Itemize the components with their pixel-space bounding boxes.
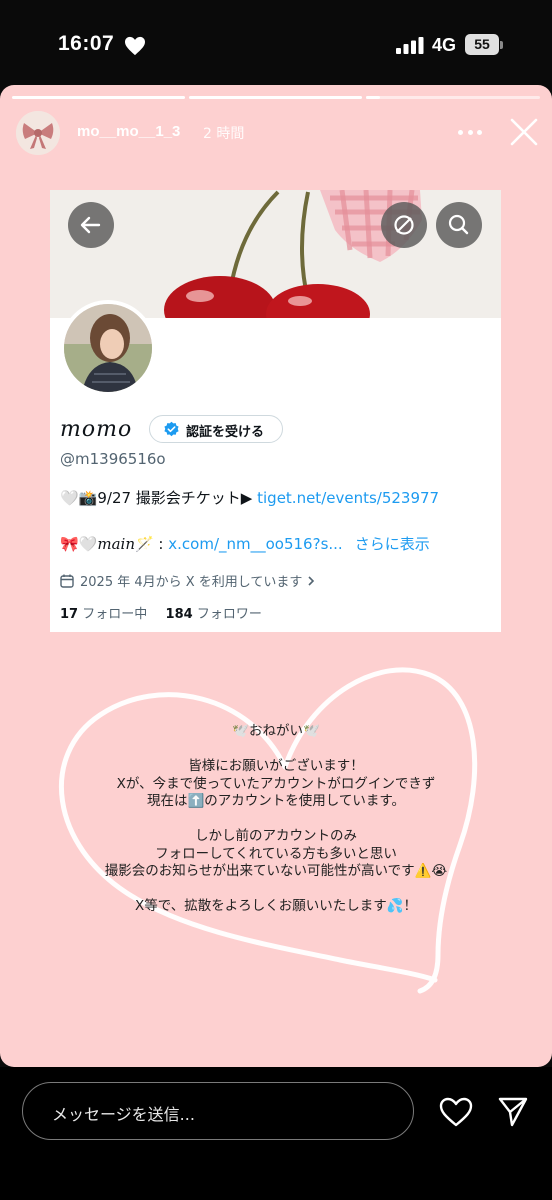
verified-badge-icon — [164, 421, 179, 437]
heart-icon — [125, 36, 145, 56]
message-line — [60, 881, 492, 899]
story-progress-segment — [12, 96, 185, 99]
heart-outline-icon[interactable] — [439, 1097, 473, 1127]
message-line: フォローしてくれている方も多いと思い — [155, 845, 397, 862]
avatar[interactable] — [16, 111, 60, 155]
story-progress-segment — [189, 96, 362, 99]
clock-time: 16:07 — [58, 32, 115, 55]
story-message: 🕊️おねがい🕊️ 皆様にお願いがございます！ Xが、今まで使っていたアカウントが… — [60, 723, 492, 916]
more-horizontal-icon[interactable] — [458, 125, 482, 139]
followers-count: 184 — [165, 607, 193, 622]
search-button — [436, 202, 482, 248]
bio-line-2-main: main — [97, 535, 135, 553]
message-line: しかし前のアカウントのみ — [195, 828, 357, 844]
status-bar: 16:07 4G 55 — [0, 0, 552, 88]
follow-stats: 17 フォロー中 184 フォロワー — [60, 603, 262, 622]
following-label: フォロー中 — [82, 607, 148, 622]
joined-date: 2025 年 4月から X を利用しています — [60, 571, 316, 590]
bio-line-2-sep: 🪄 : — [134, 535, 169, 553]
get-verified-button: 認証を受ける — [149, 415, 283, 443]
back-arrow-icon — [80, 216, 101, 234]
story-header: mo__mo__1_3 2 時間 — [0, 105, 552, 161]
story-posted-time: 2 時間 — [203, 126, 245, 142]
message-line: X等で、拡散をよろしくお願いいたします💦！ — [134, 898, 418, 914]
display-name: momo — [60, 417, 133, 442]
joined-text: 2025 年 4月から X を利用しています — [80, 575, 303, 590]
story-viewer[interactable]: mo__mo__1_3 2 時間 momo 認証を受ける @m1396516o … — [0, 85, 552, 1067]
bio-line-2-emoji: 🎀🤍 — [60, 535, 98, 553]
message-line: Xが、今まで使っていたアカウントがログインできず — [116, 775, 436, 792]
message-line: 現在は⬆️のアカウントを使用しています。 — [146, 793, 406, 809]
show-more-link: さらに表示 — [354, 535, 430, 553]
message-line: 撮影会のお知らせが出来ていない可能性が高いです⚠️😭 — [104, 863, 448, 879]
bio-line-2: 🎀🤍main🪄 : x.com/_nm__oo516?s... さらに表示 — [60, 533, 430, 554]
message-line — [60, 811, 492, 829]
circle-slash-button — [381, 202, 427, 248]
bio-line-1: 🤍📸9/27 撮影会チケット▶ tiget.net/events/523977 — [60, 487, 439, 508]
chevron-right-icon — [308, 576, 315, 586]
send-paper-plane-icon[interactable] — [497, 1095, 529, 1127]
profile-handle: @m1396516o — [60, 450, 166, 468]
bio-link-x: x.com/_nm__oo516?s... — [168, 535, 343, 553]
message-input[interactable]: メッセージを送信... — [22, 1082, 414, 1140]
message-line: 🕊️おねがい🕊️ — [232, 723, 320, 739]
ribbon-icon — [16, 111, 60, 155]
story-reply-bar: メッセージを送信... — [0, 1067, 552, 1200]
battery-level: 55 — [474, 36, 490, 52]
story-username[interactable]: mo__mo__1_3 — [77, 123, 180, 140]
story-progress-segment-active — [366, 96, 540, 99]
calendar-icon — [60, 574, 74, 588]
followers-label: フォロワー — [196, 607, 262, 622]
message-line — [60, 741, 492, 759]
back-button — [68, 202, 114, 248]
profile-screenshot: momo 認証を受ける @m1396516o 🤍📸9/27 撮影会チケット▶ t… — [50, 190, 501, 632]
profile-banner — [50, 190, 501, 318]
signal-bars-icon — [396, 37, 424, 54]
battery-indicator: 55 — [465, 34, 503, 56]
circle-slash-icon — [394, 215, 414, 235]
close-icon[interactable] — [509, 117, 539, 147]
message-line: 皆様にお願いがございます！ — [188, 758, 364, 774]
message-placeholder: メッセージを送信... — [52, 1105, 195, 1124]
profile-photo — [64, 304, 152, 392]
search-icon — [448, 214, 469, 235]
cherry-image — [50, 190, 501, 318]
bio-link-tiget: tiget.net/events/523977 — [257, 489, 440, 507]
profile-avatar — [60, 300, 156, 396]
following-count: 17 — [60, 607, 79, 622]
bio-line-1-text: 🤍📸9/27 撮影会チケット▶ — [60, 489, 258, 507]
get-verified-label: 認証を受ける — [186, 425, 265, 440]
network-type: 4G — [432, 35, 457, 55]
